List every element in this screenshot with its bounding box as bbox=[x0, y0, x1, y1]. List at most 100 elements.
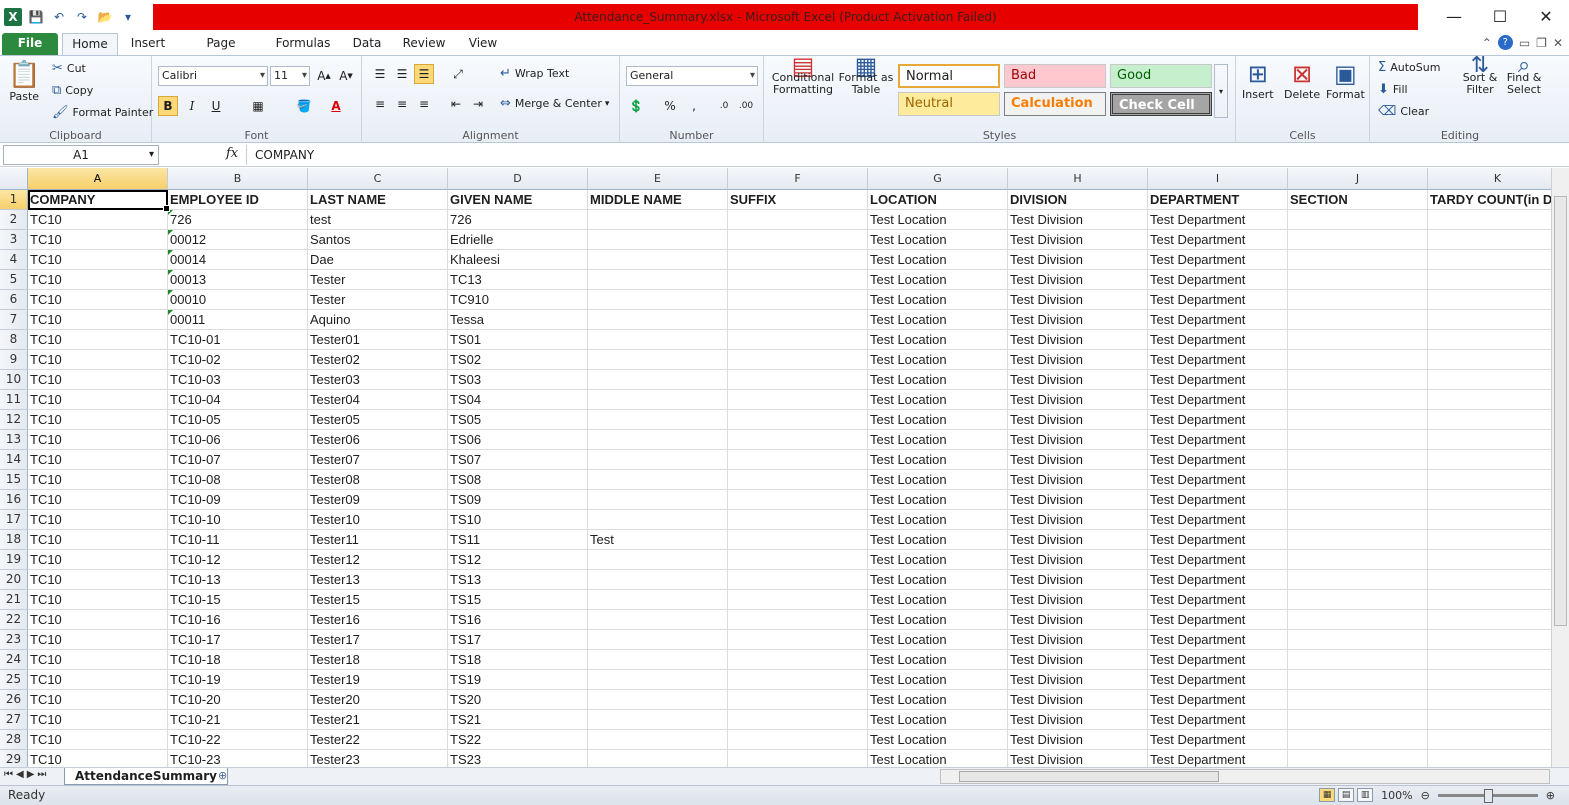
align-middle-icon[interactable]: ☰ bbox=[392, 64, 412, 84]
cell-middle-name[interactable] bbox=[588, 590, 728, 610]
row-header[interactable]: 24 bbox=[0, 650, 28, 670]
style-check-cell[interactable]: Check Cell bbox=[1110, 92, 1212, 116]
cell-division[interactable]: Test Division bbox=[1008, 750, 1148, 767]
row-header[interactable]: 8 bbox=[0, 330, 28, 350]
cell-location[interactable]: Test Location bbox=[868, 230, 1008, 250]
cell-section[interactable] bbox=[1288, 670, 1428, 690]
cell-company[interactable]: TC10 bbox=[28, 330, 168, 350]
cell-suffix[interactable] bbox=[728, 650, 868, 670]
cell-company[interactable]: TC10 bbox=[28, 290, 168, 310]
cell-middle-name[interactable] bbox=[588, 250, 728, 270]
tab-file[interactable]: File bbox=[2, 33, 58, 55]
cell-location[interactable]: Test Location bbox=[868, 630, 1008, 650]
row-header[interactable]: 26 bbox=[0, 690, 28, 710]
cell-section[interactable] bbox=[1288, 470, 1428, 490]
cell-given-name[interactable]: TS12 bbox=[448, 550, 588, 570]
cell-employee-id[interactable]: 726 bbox=[168, 210, 308, 230]
cell-last-name[interactable]: Aquino bbox=[308, 310, 448, 330]
cell-department[interactable]: Test Department bbox=[1148, 690, 1288, 710]
column-header-g[interactable]: G bbox=[868, 168, 1008, 190]
format-painter-button[interactable]: 🖌 Format Painter bbox=[52, 105, 153, 120]
cell-tardy-count[interactable] bbox=[1428, 690, 1551, 710]
select-all-corner[interactable] bbox=[0, 168, 28, 190]
orientation-icon[interactable]: ⤢ bbox=[448, 64, 468, 84]
cell-tardy-count[interactable] bbox=[1428, 310, 1551, 330]
cell-middle-name[interactable] bbox=[588, 750, 728, 767]
cell-tardy-count[interactable] bbox=[1428, 210, 1551, 230]
cell-section[interactable] bbox=[1288, 310, 1428, 330]
cell-company[interactable]: TC10 bbox=[28, 710, 168, 730]
cell-section[interactable] bbox=[1288, 490, 1428, 510]
cell-middle-name[interactable] bbox=[588, 710, 728, 730]
cell-section[interactable] bbox=[1288, 690, 1428, 710]
find-select-button[interactable]: ⌕ Find & Select bbox=[1504, 55, 1544, 96]
row-header[interactable]: 5 bbox=[0, 270, 28, 290]
cell-middle-name[interactable] bbox=[588, 570, 728, 590]
italic-button[interactable]: I bbox=[182, 96, 202, 116]
cell-company[interactable]: TC10 bbox=[28, 550, 168, 570]
cell-department[interactable]: Test Department bbox=[1148, 430, 1288, 450]
cell-department[interactable]: Test Department bbox=[1148, 330, 1288, 350]
cell-division[interactable]: Test Division bbox=[1008, 310, 1148, 330]
row-header[interactable]: 10 bbox=[0, 370, 28, 390]
cell-given-name[interactable]: TS06 bbox=[448, 430, 588, 450]
cell-given-name[interactable]: TS21 bbox=[448, 710, 588, 730]
style-bad[interactable]: Bad bbox=[1004, 64, 1106, 88]
cell-tardy-count[interactable] bbox=[1428, 230, 1551, 250]
minimize-button[interactable]: — bbox=[1431, 0, 1477, 33]
cell-section[interactable] bbox=[1288, 370, 1428, 390]
cell-division[interactable]: Test Division bbox=[1008, 330, 1148, 350]
cell-company[interactable]: TC10 bbox=[28, 670, 168, 690]
increase-indent-icon[interactable]: ⇥ bbox=[468, 94, 488, 114]
font-size-select[interactable]: 11 bbox=[270, 66, 310, 86]
row-header[interactable]: 19 bbox=[0, 550, 28, 570]
cell-given-name[interactable]: TS07 bbox=[448, 450, 588, 470]
cell-division[interactable]: Test Division bbox=[1008, 430, 1148, 450]
cell-tardy-count[interactable] bbox=[1428, 410, 1551, 430]
cell-employee-id[interactable]: 00012 bbox=[168, 230, 308, 250]
align-center-icon[interactable]: ≡ bbox=[392, 94, 412, 114]
bold-button[interactable]: B bbox=[158, 96, 178, 116]
cell-employee-id[interactable]: TC10-23 bbox=[168, 750, 308, 767]
row-header[interactable]: 29 bbox=[0, 750, 28, 767]
header-cell-location[interactable]: LOCATION bbox=[868, 190, 1008, 210]
cell-employee-id[interactable]: 00013 bbox=[168, 270, 308, 290]
sort-filter-button[interactable]: ⇅ Sort & Filter bbox=[1460, 55, 1500, 96]
cell-company[interactable]: TC10 bbox=[28, 310, 168, 330]
cell-suffix[interactable] bbox=[728, 410, 868, 430]
cell-company[interactable]: TC10 bbox=[28, 610, 168, 630]
cell-division[interactable]: Test Division bbox=[1008, 690, 1148, 710]
restore-window-icon[interactable]: ▭ bbox=[1519, 36, 1530, 50]
cell-suffix[interactable] bbox=[728, 670, 868, 690]
cell-suffix[interactable] bbox=[728, 730, 868, 750]
cell-location[interactable]: Test Location bbox=[868, 270, 1008, 290]
cell-tardy-count[interactable] bbox=[1428, 550, 1551, 570]
row-header[interactable]: 20 bbox=[0, 570, 28, 590]
increase-decimal-icon[interactable]: .0 bbox=[714, 96, 734, 116]
cell-suffix[interactable] bbox=[728, 690, 868, 710]
zoom-out-icon[interactable]: ⊖ bbox=[1421, 789, 1430, 802]
cell-given-name[interactable]: TC910 bbox=[448, 290, 588, 310]
column-header-c[interactable]: C bbox=[308, 168, 448, 190]
cell-section[interactable] bbox=[1288, 230, 1428, 250]
cell-given-name[interactable]: TS16 bbox=[448, 610, 588, 630]
insert-function-icon[interactable]: fx bbox=[226, 146, 238, 161]
cell-tardy-count[interactable] bbox=[1428, 650, 1551, 670]
zoom-slider[interactable] bbox=[1437, 788, 1538, 803]
row-header[interactable]: 17 bbox=[0, 510, 28, 530]
cell-employee-id[interactable]: TC10-17 bbox=[168, 630, 308, 650]
cell-last-name[interactable]: Tester10 bbox=[308, 510, 448, 530]
row-header[interactable]: 4 bbox=[0, 250, 28, 270]
page-break-view-icon[interactable]: ▥ bbox=[1357, 788, 1374, 802]
cell-last-name[interactable]: Tester bbox=[308, 270, 448, 290]
cell-division[interactable]: Test Division bbox=[1008, 570, 1148, 590]
cell-department[interactable]: Test Department bbox=[1148, 590, 1288, 610]
row-header[interactable]: 12 bbox=[0, 410, 28, 430]
cell-tardy-count[interactable] bbox=[1428, 530, 1551, 550]
delete-cells-button[interactable]: ⊠ Delete bbox=[1284, 60, 1320, 101]
vertical-scrollbar[interactable] bbox=[1551, 168, 1569, 767]
cell-given-name[interactable]: TC13 bbox=[448, 270, 588, 290]
column-header-d[interactable]: D bbox=[448, 168, 588, 190]
cell-middle-name[interactable] bbox=[588, 370, 728, 390]
excel-logo-icon[interactable]: X bbox=[3, 7, 23, 27]
